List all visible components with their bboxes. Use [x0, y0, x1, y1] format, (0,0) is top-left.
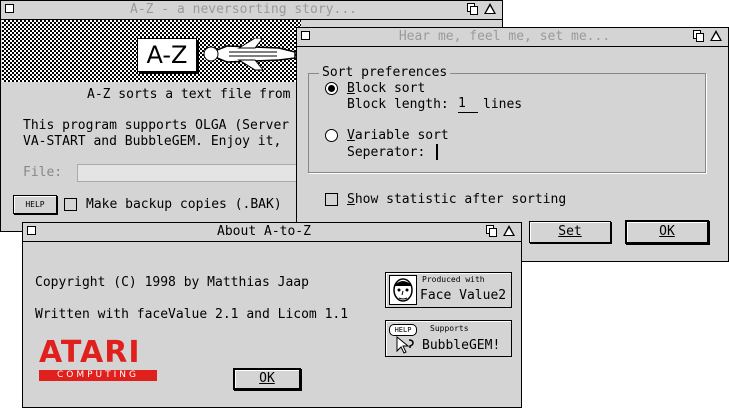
- block-length-input[interactable]: 1: [458, 96, 478, 113]
- produced-caption: Produced with: [422, 275, 485, 284]
- prefs-ok-button[interactable]: OK: [625, 220, 709, 244]
- az-logo: A-Z: [137, 38, 197, 72]
- prefs-window-title: Hear me, feel me, set me...: [398, 29, 611, 44]
- block-sort-label-rest: lock sort: [354, 81, 426, 96]
- iconify-icon[interactable]: [484, 3, 496, 14]
- statistic-label-rest: how statistic after sorting: [354, 192, 567, 207]
- about-ok-button[interactable]: OK: [233, 368, 301, 390]
- sort-preferences-title: Sort preferences: [319, 65, 451, 80]
- set-button[interactable]: Set: [529, 221, 611, 243]
- az-support-line-2: VA-START and BubbleGEM. Enjoy it,: [23, 134, 282, 149]
- close-box-icon[interactable]: [27, 226, 36, 235]
- backup-label[interactable]: Make backup copies (.BAK): [86, 197, 282, 212]
- atari-logo-text: ATARI: [39, 335, 141, 370]
- az-titlebar[interactable]: A-Z - a neversorting story...: [1, 1, 502, 20]
- supports-caption: Supports: [430, 324, 469, 333]
- close-box-icon[interactable]: [301, 31, 310, 40]
- bubble-help-label: HELP: [389, 324, 417, 336]
- full-box-icon[interactable]: [693, 30, 704, 42]
- face-icon: [389, 275, 417, 305]
- copyright-text: Copyright (C) 1998 by Matthias Jaap: [35, 275, 309, 290]
- prefs-titlebar[interactable]: Hear me, feel me, set me...: [297, 28, 728, 47]
- full-box-icon[interactable]: [486, 225, 497, 237]
- separator-label: Seperator:: [347, 145, 426, 160]
- block-sort-radio[interactable]: [325, 82, 338, 95]
- backup-checkbox[interactable]: [64, 198, 77, 211]
- az-logo-text: A-Z: [146, 41, 188, 69]
- bubble-help-icon: HELP: [389, 324, 417, 354]
- iconify-icon[interactable]: [710, 30, 722, 41]
- cursor-icon: [396, 336, 414, 354]
- file-input[interactable]: [77, 164, 301, 182]
- file-label: File:: [23, 165, 63, 180]
- az-window-title: A-Z - a neversorting story...: [130, 2, 357, 17]
- block-length-value: 1: [458, 96, 466, 111]
- full-box-icon[interactable]: [467, 3, 478, 15]
- variable-sort-radio[interactable]: [325, 129, 338, 142]
- separator-input[interactable]: [436, 144, 446, 160]
- az-support-line-1: This program supports OLGA (Server: [23, 118, 290, 133]
- variable-sort-label[interactable]: Variable sort: [347, 128, 449, 143]
- produced-name: Face Value2: [420, 288, 507, 303]
- iconify-icon[interactable]: [503, 225, 515, 236]
- atari-sub-text: COMPUTING: [39, 370, 157, 381]
- about-ok-label: OK: [259, 371, 275, 386]
- block-length-label: Block length:: [347, 97, 449, 112]
- set-button-label: Set: [558, 224, 582, 239]
- written-with-text: Written with faceValue 2.1 and Licom 1.1: [35, 307, 349, 322]
- about-titlebar[interactable]: About A-to-Z: [23, 223, 521, 242]
- close-box-icon[interactable]: [5, 4, 14, 13]
- help-button[interactable]: HELP: [13, 195, 57, 214]
- statistic-label[interactable]: Show statistic after sorting: [347, 192, 566, 207]
- block-sort-label[interactable]: Block sort: [347, 81, 425, 96]
- lines-label: lines: [483, 97, 523, 112]
- az-description: A-Z sorts a text file from: [87, 87, 291, 102]
- airplane-icon: [203, 38, 296, 71]
- supports-box: HELP Supports BubbleGEM!: [385, 320, 512, 357]
- atari-logo: ATARI COMPUTING: [39, 336, 159, 384]
- about-window-title: About A-to-Z: [217, 224, 311, 239]
- prefs-ok-label: OK: [659, 224, 675, 239]
- about-window: About A-to-Z Copyright (C) 1998 by Matth…: [22, 222, 522, 408]
- supports-name: BubbleGEM!: [422, 338, 501, 353]
- variable-sort-label-rest: ariable sort: [354, 128, 449, 143]
- produced-with-box: Produced with Face Value2: [385, 272, 512, 308]
- statistic-checkbox[interactable]: [325, 193, 338, 206]
